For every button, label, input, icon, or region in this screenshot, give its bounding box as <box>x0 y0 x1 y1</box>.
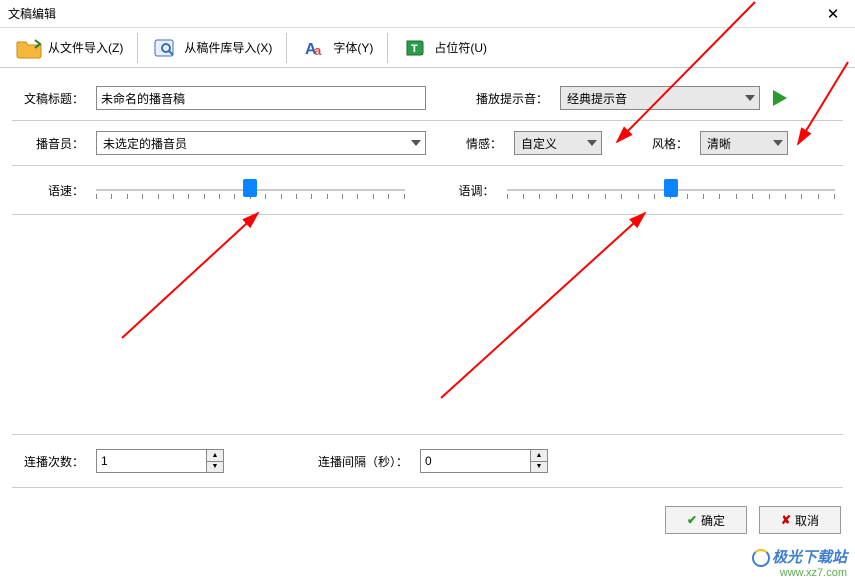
separator <box>286 33 287 63</box>
style-value: 清晰 <box>707 135 731 152</box>
script-title-input[interactable] <box>96 86 426 110</box>
window-title: 文稿编辑 <box>8 5 56 22</box>
import-from-file-button[interactable]: 从文件导入(Z) <box>10 35 129 61</box>
repeat-count-spinner[interactable]: ▲▼ <box>96 449 224 473</box>
toolbar: 从文件导入(Z) 从稿件库导入(X) Aa 字体(Y) T 占位符(U) <box>0 28 855 68</box>
watermark-url: www.xz7.com <box>752 567 847 579</box>
toolbar-label: 字体(Y) <box>333 39 373 56</box>
chevron-down-icon <box>745 95 755 101</box>
emotion-label: 情感： <box>462 135 506 152</box>
library-import-icon <box>152 37 180 59</box>
style-select[interactable]: 清晰 <box>700 131 788 155</box>
speed-slider-thumb[interactable] <box>243 179 257 197</box>
repeat-count-label: 连播次数： <box>20 453 88 470</box>
play-hint-label: 播放提示音： <box>472 90 552 107</box>
play-button[interactable] <box>768 87 790 109</box>
slider-row: 语速： 语调： <box>12 166 843 215</box>
repeat-gap-input[interactable] <box>420 449 530 473</box>
announcer-row: 播音员： 未选定的播音员 情感： 自定义 风格： 清晰 <box>12 121 843 166</box>
announcer-value: 未选定的播音员 <box>103 135 187 152</box>
cancel-label: 取消 <box>795 512 819 529</box>
cross-icon: ✘ <box>781 513 791 527</box>
repeat-row: 连播次数： ▲▼ 连播间隔（秒）： ▲▼ <box>12 435 843 488</box>
tone-slider[interactable] <box>507 176 836 204</box>
placeholder-icon: T <box>402 37 430 59</box>
title-bar: 文稿编辑 ✕ <box>0 0 855 28</box>
play-hint-value: 经典提示音 <box>567 90 627 107</box>
check-icon: ✔ <box>687 513 697 527</box>
close-icon: ✕ <box>827 5 840 23</box>
footer: ✔ 确定 ✘ 取消 <box>0 496 855 544</box>
emotion-select[interactable]: 自定义 <box>514 131 602 155</box>
title-row: 文稿标题： 播放提示音： 经典提示音 <box>12 76 843 121</box>
separator <box>387 33 388 63</box>
folder-import-icon <box>16 37 44 59</box>
chevron-down-icon <box>587 140 597 146</box>
content-area: 文稿标题： 播放提示音： 经典提示音 播音员： 未选定的播音员 情感： 自定义 … <box>0 68 855 496</box>
ok-button[interactable]: ✔ 确定 <box>665 506 747 534</box>
spinner-down-icon[interactable]: ▼ <box>531 462 547 473</box>
emotion-value: 自定义 <box>521 135 557 152</box>
repeat-gap-spinner[interactable]: ▲▼ <box>420 449 548 473</box>
watermark: 极光下载站 www.xz7.com <box>752 546 847 579</box>
tone-label: 语调： <box>451 182 499 199</box>
tone-slider-thumb[interactable] <box>664 179 678 197</box>
import-from-library-button[interactable]: 从稿件库导入(X) <box>146 35 278 61</box>
editor-area[interactable] <box>12 215 843 435</box>
font-button[interactable]: Aa 字体(Y) <box>295 35 379 61</box>
announcer-select[interactable]: 未选定的播音员 <box>96 131 426 155</box>
ok-label: 确定 <box>701 512 725 529</box>
placeholder-button[interactable]: T 占位符(U) <box>396 35 493 61</box>
svg-text:a: a <box>314 43 322 58</box>
toolbar-label: 从文件导入(Z) <box>48 39 123 56</box>
chevron-down-icon <box>773 140 783 146</box>
svg-text:T: T <box>411 43 418 55</box>
spinner-up-icon[interactable]: ▲ <box>207 450 223 462</box>
speed-label: 语速： <box>20 182 88 199</box>
repeat-gap-label: 连播间隔（秒）： <box>300 453 412 470</box>
close-button[interactable]: ✕ <box>815 2 851 26</box>
announcer-label: 播音员： <box>20 135 88 152</box>
speed-slider[interactable] <box>96 176 405 204</box>
spinner-down-icon[interactable]: ▼ <box>207 462 223 473</box>
script-title-label: 文稿标题： <box>20 90 88 107</box>
spinner-up-icon[interactable]: ▲ <box>531 450 547 462</box>
toolbar-label: 从稿件库导入(X) <box>184 39 272 56</box>
font-icon: Aa <box>301 37 329 59</box>
watermark-brand: 极光下载站 <box>772 549 847 566</box>
separator <box>137 33 138 63</box>
cancel-button[interactable]: ✘ 取消 <box>759 506 841 534</box>
style-label: 风格： <box>648 135 692 152</box>
repeat-count-input[interactable] <box>96 449 206 473</box>
toolbar-label: 占位符(U) <box>434 39 487 56</box>
chevron-down-icon <box>411 140 421 146</box>
play-hint-select[interactable]: 经典提示音 <box>560 86 760 110</box>
